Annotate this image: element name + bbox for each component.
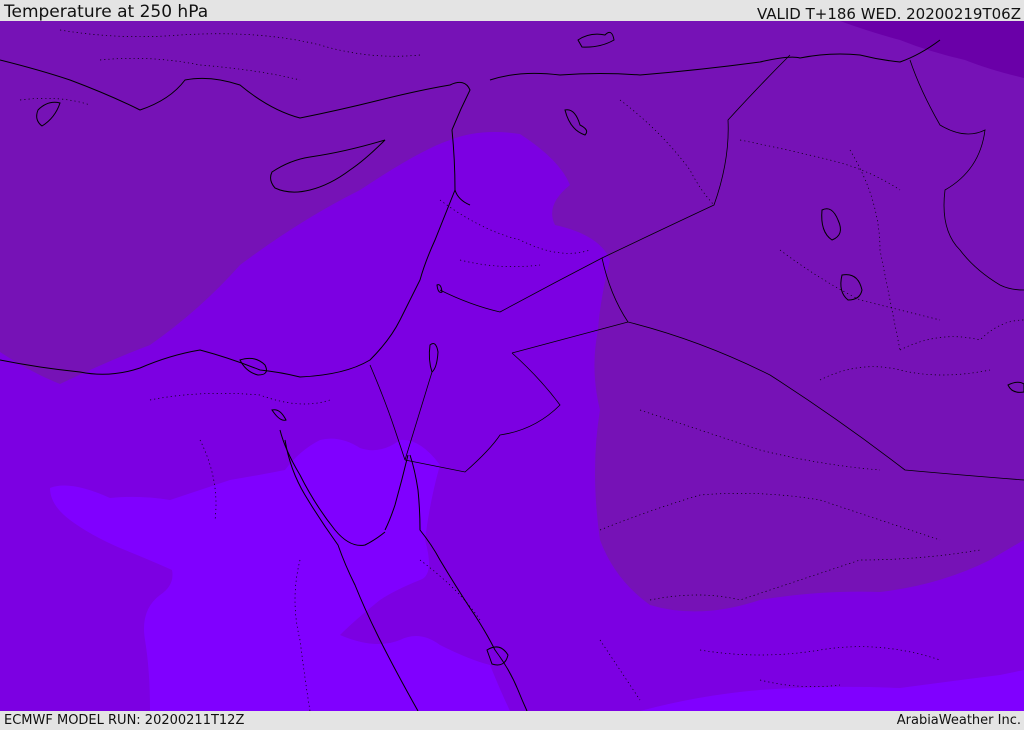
header-bar: Temperature at 250 hPa VALID T+186 WED. …: [0, 0, 1024, 23]
weather-map[interactable]: [0, 21, 1024, 711]
map-title: Temperature at 250 hPa: [4, 2, 209, 22]
footer-bar: ECMWF MODEL RUN: 20200211T12Z ArabiaWeat…: [0, 711, 1024, 729]
model-run-label: ECMWF MODEL RUN: 20200211T12Z: [4, 713, 245, 728]
credit-label: ArabiaWeather Inc.: [896, 713, 1021, 728]
